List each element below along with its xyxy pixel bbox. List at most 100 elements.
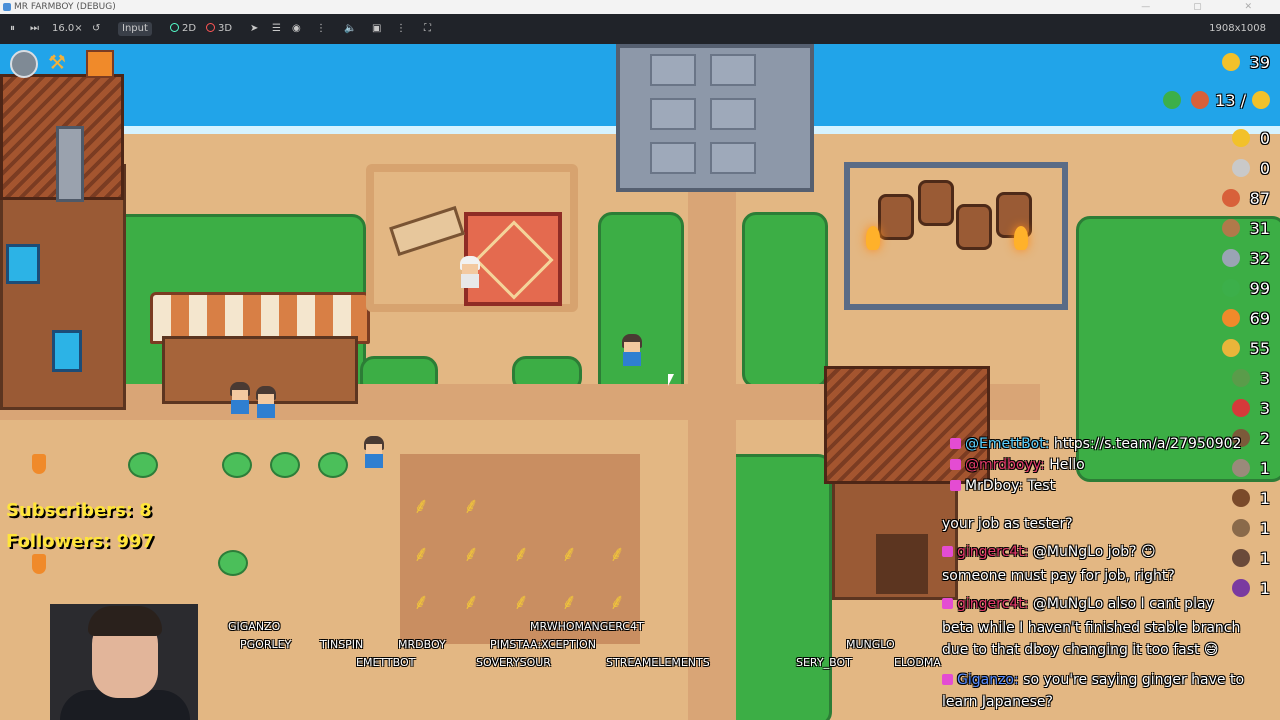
wheat-crop[interactable]: ⸙ <box>508 588 534 618</box>
mode-3d-toggle[interactable]: 3D <box>206 22 232 36</box>
mode-2d-toggle[interactable]: 2D <box>170 22 196 36</box>
step-icon[interactable]: ⏭ <box>30 22 39 36</box>
counter-label: 13 / <box>1215 91 1246 110</box>
population-counter: 13 / <box>1163 88 1270 114</box>
chat-username: @EmettBot: <box>965 436 1054 452</box>
grass-patch <box>742 212 828 388</box>
viewer-name: EMETTBOT <box>356 656 416 669</box>
chat-message: @mrdboyy: Hello <box>950 457 1085 473</box>
input-toggle[interactable]: Input <box>118 22 152 36</box>
chat-message: gingerc4t: @MuNgLo job? 😶 <box>942 544 1156 560</box>
berry-icon <box>1231 399 1250 417</box>
list-icon[interactable]: ☰ <box>272 22 281 36</box>
stone-tile <box>650 98 696 130</box>
chat-message: @EmettBot: https://s.team/a/27950902 <box>950 436 1241 452</box>
settings-icon[interactable] <box>10 50 38 78</box>
audio-icon[interactable]: 🔈 <box>344 22 356 36</box>
resource-row: 1 <box>1231 516 1270 542</box>
resource-row: 32 <box>1221 246 1270 272</box>
select-tool-icon[interactable]: ➤ <box>250 22 258 36</box>
resource-row: 0 <box>1231 156 1270 182</box>
cabbage-crop[interactable] <box>128 452 158 478</box>
resource-row: 1 <box>1231 576 1270 602</box>
npc-character[interactable] <box>228 382 252 418</box>
window-controls[interactable]: — ▢ ✕ <box>1141 0 1272 14</box>
slime-icon <box>1163 91 1182 109</box>
carrot-crop[interactable] <box>32 554 46 574</box>
barn-door[interactable] <box>876 534 928 594</box>
zoom-label[interactable]: 16.0× <box>52 22 83 36</box>
resource-value: 1 <box>1259 489 1270 508</box>
barrel <box>878 194 914 240</box>
resource-value: 32 <box>1249 249 1270 268</box>
player-character[interactable] <box>620 334 644 370</box>
torch <box>1014 226 1028 250</box>
wheat-crop[interactable]: ⸙ <box>458 492 484 522</box>
stone-tile <box>650 54 696 86</box>
cabbage-crop[interactable] <box>222 452 252 478</box>
wood-icon <box>1221 219 1240 237</box>
resource-row: 87 <box>1221 186 1270 212</box>
hammer-icon[interactable]: ⚒ <box>48 50 72 74</box>
cabbage-crop[interactable] <box>318 452 348 478</box>
more-icon[interactable]: ⋮ <box>316 22 326 36</box>
streamer-hair <box>88 606 162 636</box>
wheat-crop[interactable]: ⸙ <box>556 588 582 618</box>
resource-value: 0 <box>1259 159 1270 178</box>
viewer-name: GIGANZO <box>228 620 281 633</box>
wheat-crop[interactable]: ⸙ <box>604 588 630 618</box>
cabbage-crop[interactable] <box>218 550 248 576</box>
camera-icon[interactable]: ▣ <box>372 22 381 36</box>
wheat-crop[interactable]: ⸙ <box>508 540 534 570</box>
wheat-crop[interactable]: ⸙ <box>408 492 434 522</box>
wheat-crop[interactable]: ⸙ <box>458 540 484 570</box>
meat-icon <box>1221 189 1240 207</box>
chat-text: @MuNgLo job? 😶 <box>1032 544 1156 560</box>
npc-character[interactable] <box>254 386 278 422</box>
wheat-crop[interactable]: ⸙ <box>408 540 434 570</box>
carrot-crop[interactable] <box>32 454 46 474</box>
cabbage-crop[interactable] <box>270 452 300 478</box>
chat-text: someone must pay for job, right? <box>942 568 1175 584</box>
viewer-name: MRDBOY <box>398 638 446 651</box>
npc-character[interactable] <box>458 256 482 292</box>
chat-message: someone must pay for job, right? <box>942 568 1175 584</box>
torch <box>866 226 880 250</box>
chat-text: so you're saying ginger have to <box>1023 672 1245 688</box>
more-icon[interactable]: ⋮ <box>396 22 406 36</box>
wheat-crop[interactable]: ⸙ <box>458 588 484 618</box>
resource-value: 1 <box>1259 519 1270 538</box>
inventory-icon[interactable] <box>86 50 114 78</box>
app-icon <box>3 3 11 11</box>
wheat-crop[interactable]: ⸙ <box>556 540 582 570</box>
resource-value: 1 <box>1259 459 1270 478</box>
resource-value: 55 <box>1249 339 1270 358</box>
wheat-crop[interactable]: ⸙ <box>408 588 434 618</box>
chat-username: Giganzo: <box>957 672 1024 688</box>
debug-toolbar: ⏸ ⏭ 16.0× ↺ Input 2D 3D ➤ ☰ ◉ ⋮ 🔈 ▣ ⋮ ⛶ … <box>0 14 1280 44</box>
viewer-name: PGORLEY <box>240 638 292 651</box>
npc-character[interactable] <box>362 436 386 472</box>
stone-tile <box>710 142 756 174</box>
chimney <box>56 126 84 202</box>
plant-icon <box>1221 279 1240 297</box>
wheat-crop[interactable]: ⸙ <box>604 540 630 570</box>
chat-text: https://s.team/a/27950902 <box>1053 436 1242 452</box>
visibility-icon[interactable]: ◉ <box>292 22 301 36</box>
resource-row: 31 <box>1221 216 1270 242</box>
viewer-name: SERY_BOT <box>796 656 852 669</box>
pause-icon[interactable]: ⏸ <box>10 22 15 36</box>
mouse-cursor <box>668 374 674 386</box>
resource-value: 1 <box>1259 549 1270 568</box>
chat-text: beta while I haven't finished stable bra… <box>942 620 1241 636</box>
barrel <box>918 180 954 226</box>
game-viewport[interactable]: ⸙ ⸙ ⸙ ⸙ ⸙ ⸙ ⸙ ⸙ ⸙ ⸙ ⸙ ⸙ ⚒ 39 13 / 0 0 87 31… <box>0 44 1280 720</box>
stone-tile <box>650 142 696 174</box>
fullscreen-icon[interactable]: ⛶ <box>424 22 431 36</box>
stone-bridge <box>616 44 814 192</box>
resource-value: 3 <box>1259 369 1270 388</box>
silver-coin-icon <box>1231 159 1250 177</box>
energy-icon <box>1221 53 1240 71</box>
resource-value: 87 <box>1249 189 1270 208</box>
reset-icon[interactable]: ↺ <box>92 22 100 36</box>
